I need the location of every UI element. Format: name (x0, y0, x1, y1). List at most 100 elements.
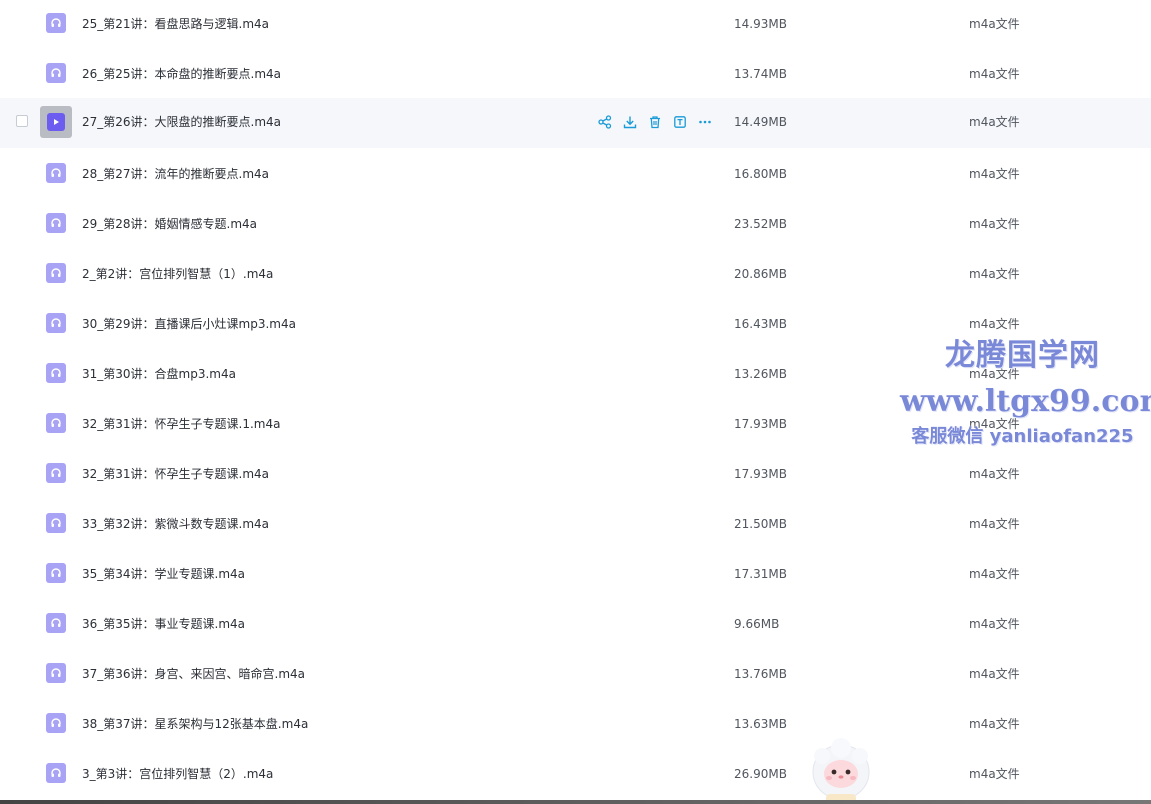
headphones-icon (51, 468, 61, 477)
delete-icon[interactable] (647, 114, 663, 130)
file-size: 26.90MB (734, 767, 787, 781)
row-checkbox[interactable] (16, 115, 28, 127)
file-size: 14.93MB (734, 17, 787, 31)
audio-file-icon (46, 13, 66, 33)
audio-file-icon (46, 713, 66, 733)
headphones-icon (51, 718, 61, 727)
file-size: 13.76MB (734, 667, 787, 681)
file-row[interactable]: 30_第29讲：直播课后小灶课mp3.m4a 16.43MB m4a文件 (0, 300, 1151, 350)
file-size: 23.52MB (734, 217, 787, 231)
file-row[interactable]: 29_第28讲：婚姻情感专题.m4a 23.52MB m4a文件 (0, 200, 1151, 250)
audio-file-icon (46, 763, 66, 783)
file-type: m4a文件 (969, 517, 1020, 531)
share-icon[interactable] (597, 114, 613, 130)
file-name[interactable]: 27_第26讲：大限盘的推断要点.m4a (82, 114, 281, 130)
file-size: 21.50MB (734, 517, 787, 531)
bottom-border (0, 800, 1151, 804)
headphones-icon (51, 418, 61, 427)
headphones-icon (51, 368, 61, 377)
play-button[interactable] (40, 106, 72, 138)
file-row[interactable]: 37_第36讲：身宫、来因宫、暗命宫.m4a 13.76MB m4a文件 (0, 650, 1151, 700)
file-type: m4a文件 (969, 317, 1020, 331)
file-name[interactable]: 26_第25讲：本命盘的推断要点.m4a (82, 66, 281, 82)
audio-file-icon (46, 513, 66, 533)
file-size: 17.31MB (734, 567, 787, 581)
audio-file-icon (46, 163, 66, 183)
audio-file-icon (46, 363, 66, 383)
file-name[interactable]: 37_第36讲：身宫、来因宫、暗命宫.m4a (82, 666, 305, 682)
headphones-icon (51, 318, 61, 327)
file-name[interactable]: 25_第21讲：看盘思路与逻辑.m4a (82, 16, 269, 32)
audio-file-icon (46, 213, 66, 233)
more-icon[interactable] (697, 114, 713, 130)
audio-file-icon (46, 313, 66, 333)
headphones-icon (51, 618, 61, 627)
file-row[interactable]: 2_第2讲：宫位排列智慧（1）.m4a 20.86MB m4a文件 (0, 250, 1151, 300)
file-row[interactable]: 36_第35讲：事业专题课.m4a 9.66MB m4a文件 (0, 600, 1151, 650)
file-row[interactable]: 25_第21讲：看盘思路与逻辑.m4a 14.93MB m4a文件 (0, 0, 1151, 50)
file-row[interactable]: 35_第34讲：学业专题课.m4a 17.31MB m4a文件 (0, 550, 1151, 600)
audio-file-icon (46, 413, 66, 433)
headphones-icon (51, 18, 61, 27)
row-actions (597, 113, 713, 131)
file-type: m4a文件 (969, 115, 1020, 129)
play-icon (47, 113, 65, 131)
file-type: m4a文件 (969, 267, 1020, 281)
audio-file-icon (46, 613, 66, 633)
file-name[interactable]: 38_第37讲：星系架构与12张基本盘.m4a (82, 716, 308, 732)
audio-file-icon (46, 63, 66, 83)
file-size: 17.93MB (734, 417, 787, 431)
file-size: 20.86MB (734, 267, 787, 281)
file-size: 13.63MB (734, 717, 787, 731)
file-size: 16.43MB (734, 317, 787, 331)
file-name[interactable]: 35_第34讲：学业专题课.m4a (82, 566, 245, 582)
file-type: m4a文件 (969, 667, 1020, 681)
file-row[interactable]: 38_第37讲：星系架构与12张基本盘.m4a 13.63MB m4a文件 (0, 700, 1151, 750)
file-type: m4a文件 (969, 417, 1020, 431)
file-name[interactable]: 28_第27讲：流年的推断要点.m4a (82, 166, 269, 182)
file-row[interactable]: 26_第25讲：本命盘的推断要点.m4a 13.74MB m4a文件 (0, 50, 1151, 100)
file-row[interactable]: 33_第32讲：紫微斗数专题课.m4a 21.50MB m4a文件 (0, 500, 1151, 550)
file-name[interactable]: 33_第32讲：紫微斗数专题课.m4a (82, 516, 269, 532)
headphones-icon (51, 668, 61, 677)
download-icon[interactable] (622, 114, 638, 130)
file-size: 16.80MB (734, 167, 787, 181)
headphones-icon (51, 218, 61, 227)
file-row[interactable]: 31_第30讲：合盘mp3.m4a 13.26MB m4a文件 (0, 350, 1151, 400)
headphones-icon (51, 268, 61, 277)
headphones-icon (51, 568, 61, 577)
file-type: m4a文件 (969, 617, 1020, 631)
file-name[interactable]: 32_第31讲：怀孕生子专题课.m4a (82, 466, 269, 482)
audio-file-icon (46, 663, 66, 683)
file-type: m4a文件 (969, 717, 1020, 731)
headphones-icon (51, 68, 61, 77)
file-name[interactable]: 29_第28讲：婚姻情感专题.m4a (82, 216, 257, 232)
file-type: m4a文件 (969, 217, 1020, 231)
file-row[interactable]: 28_第27讲：流年的推断要点.m4a 16.80MB m4a文件 (0, 150, 1151, 200)
file-size: 9.66MB (734, 617, 780, 631)
file-name[interactable]: 31_第30讲：合盘mp3.m4a (82, 366, 236, 382)
file-name[interactable]: 2_第2讲：宫位排列智慧（1）.m4a (82, 266, 273, 282)
file-size: 13.74MB (734, 67, 787, 81)
file-name[interactable]: 30_第29讲：直播课后小灶课mp3.m4a (82, 316, 296, 332)
file-name[interactable]: 32_第31讲：怀孕生子专题课.1.m4a (82, 416, 280, 432)
file-row[interactable]: 3_第3讲：宫位排列智慧（2）.m4a 26.90MB m4a文件 (0, 750, 1151, 800)
audio-file-icon (46, 263, 66, 283)
file-type: m4a文件 (969, 767, 1020, 781)
file-row[interactable]: 32_第31讲：怀孕生子专题课.1.m4a 17.93MB m4a文件 (0, 400, 1151, 450)
audio-file-icon (46, 463, 66, 483)
file-size: 17.93MB (734, 467, 787, 481)
file-name[interactable]: 36_第35讲：事业专题课.m4a (82, 616, 245, 632)
file-type: m4a文件 (969, 567, 1020, 581)
headphones-icon (51, 768, 61, 777)
file-type: m4a文件 (969, 17, 1020, 31)
file-name[interactable]: 3_第3讲：宫位排列智慧（2）.m4a (82, 766, 273, 782)
text-icon[interactable] (672, 114, 688, 130)
file-type: m4a文件 (969, 67, 1020, 81)
file-row[interactable]: 32_第31讲：怀孕生子专题课.m4a 17.93MB m4a文件 (0, 450, 1151, 500)
file-row-hovered[interactable]: 27_第26讲：大限盘的推断要点.m4a 14.49MB m4a文件 (0, 98, 1151, 148)
file-size: 14.49MB (734, 115, 787, 129)
file-type: m4a文件 (969, 467, 1020, 481)
file-type: m4a文件 (969, 167, 1020, 181)
file-list: 25_第21讲：看盘思路与逻辑.m4a 14.93MB m4a文件 26_第25… (0, 0, 1151, 804)
